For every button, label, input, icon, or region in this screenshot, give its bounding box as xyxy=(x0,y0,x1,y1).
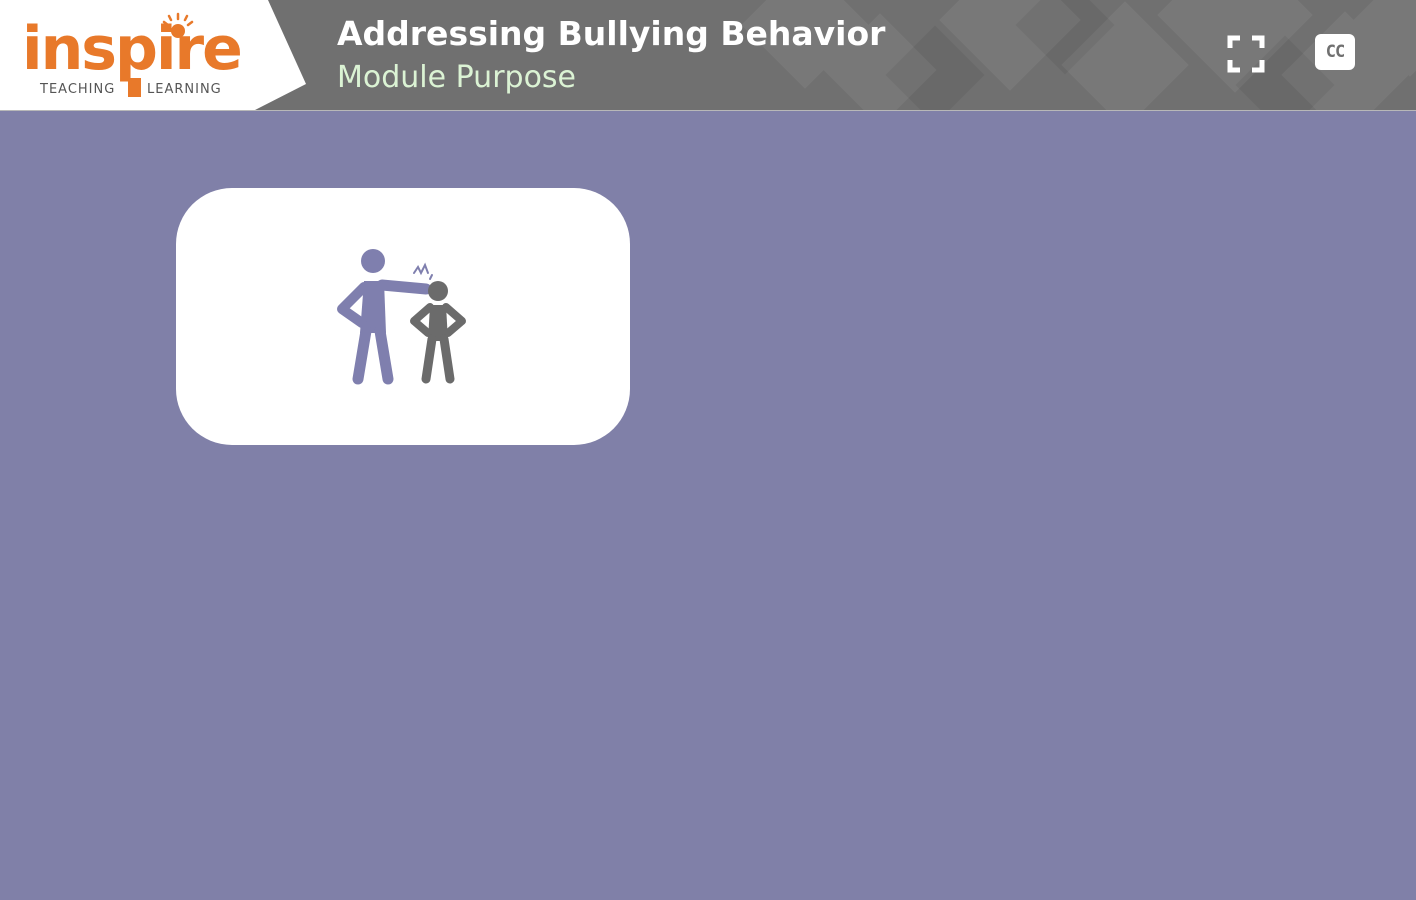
sun-icon xyxy=(162,12,194,38)
header-bar: inspire TEACHING LEARNING Addressing Bul… xyxy=(0,0,1416,111)
logo-wordmark: inspire xyxy=(22,14,243,84)
fullscreen-icon xyxy=(1227,35,1265,73)
logo-tagline-right: LEARNING xyxy=(147,82,222,97)
module-subtitle: Module Purpose xyxy=(337,60,577,95)
illustration-card xyxy=(176,188,630,445)
cc-icon: CC xyxy=(1325,42,1346,62)
logo-tagline-left: TEACHING xyxy=(40,82,116,97)
fullscreen-button[interactable] xyxy=(1224,32,1268,76)
course-title: Addressing Bullying Behavior xyxy=(337,14,886,53)
logo: inspire TEACHING LEARNING xyxy=(0,0,306,110)
logo-divider-bar xyxy=(128,78,141,97)
bullying-illustration-icon xyxy=(337,249,466,385)
closed-captions-button[interactable]: CC xyxy=(1315,34,1355,70)
